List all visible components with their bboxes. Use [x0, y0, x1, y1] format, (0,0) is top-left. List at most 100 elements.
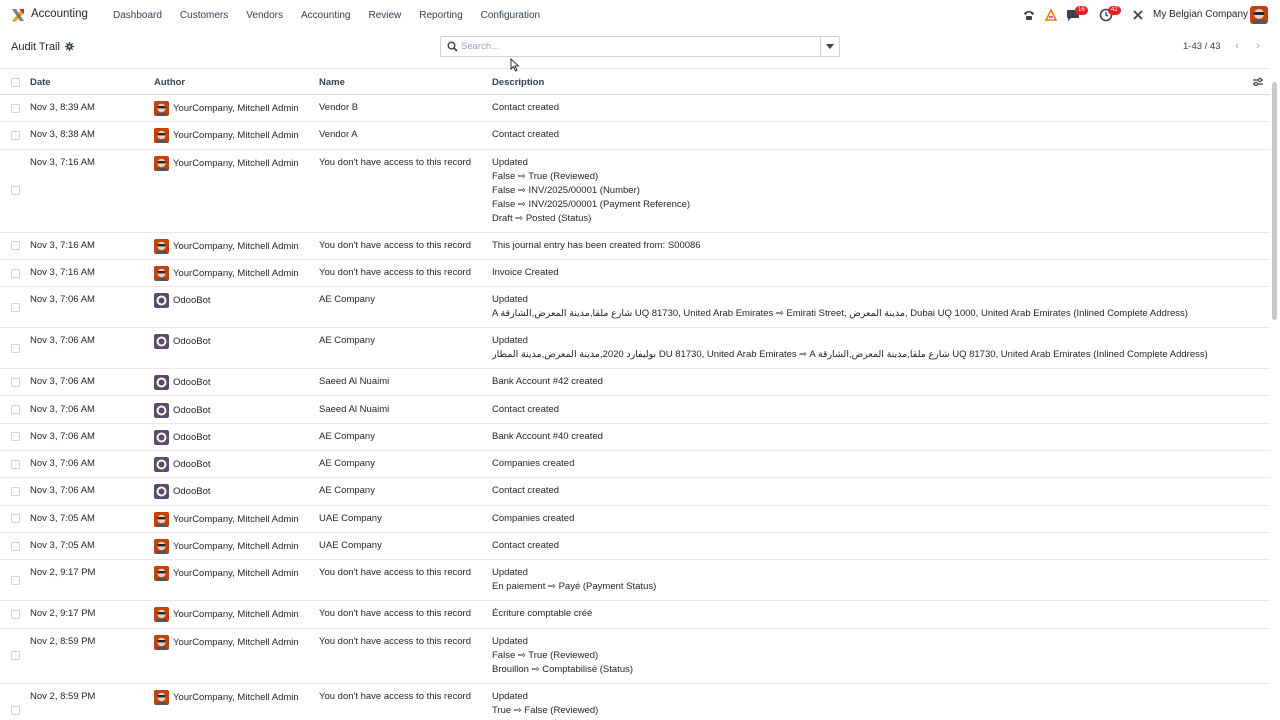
- table-row[interactable]: Nov 3, 8:38 AM YourCompany, Mitchell Admi…: [0, 122, 1270, 150]
- table-row[interactable]: Nov 2, 8:59 PM YourCompany, Mitchell Admi…: [0, 684, 1270, 720]
- row-checkbox[interactable]: [11, 541, 20, 551]
- pager-next-button[interactable]: ›: [1252, 40, 1264, 52]
- column-name[interactable]: Name: [319, 77, 345, 88]
- menu-dashboard[interactable]: Dashboard: [113, 10, 162, 21]
- row-date: Nov 3, 7:06 AM: [30, 335, 95, 347]
- description-line: Contact created: [492, 485, 560, 497]
- row-date: Nov 3, 7:06 AM: [30, 294, 95, 306]
- pager-previous-button[interactable]: ‹: [1231, 40, 1243, 52]
- row-date: Nov 3, 7:16 AM: [30, 156, 95, 168]
- table-row[interactable]: Nov 3, 7:06 AM OdooBot AE Company Contact c…: [0, 478, 1270, 506]
- gear-icon[interactable]: [65, 42, 74, 51]
- app-name[interactable]: Accounting: [31, 8, 88, 20]
- row-checkbox[interactable]: [11, 130, 20, 140]
- row-description: Updated بوليفارد 2020,مدينة المعرض,مدينة …: [492, 334, 1208, 362]
- description-line: Contact created: [492, 129, 560, 141]
- table-row[interactable]: Nov 3, 7:16 AM YourCompany, Mitchell Admi…: [0, 150, 1270, 233]
- row-checkbox[interactable]: [11, 706, 20, 716]
- row-checkbox[interactable]: [11, 302, 20, 312]
- menu-configuration[interactable]: Configuration: [481, 10, 540, 21]
- menu-reporting[interactable]: Reporting: [419, 10, 462, 21]
- pager-value[interactable]: 1-43 / 43: [1183, 41, 1221, 52]
- accounting-app-icon[interactable]: [10, 7, 26, 23]
- row-name: AE Company: [319, 335, 375, 347]
- table-row[interactable]: Nov 3, 7:06 AM OdooBot AE Company Updated بو…: [0, 328, 1270, 370]
- table-row[interactable]: Nov 3, 7:06 AM OdooBot AE Company Bank Acco…: [0, 424, 1270, 452]
- row-name: Vendor A: [319, 129, 358, 141]
- row-checkbox[interactable]: [11, 651, 20, 661]
- row-name: UAE Company: [319, 512, 382, 524]
- table-row[interactable]: Nov 2, 8:59 PM YourCompany, Mitchell Admi…: [0, 629, 1270, 684]
- row-description: UpdatedTrue ⇨ False (Reviewed)Comptabili…: [492, 690, 633, 720]
- user-avatar[interactable]: [1250, 6, 1268, 24]
- row-checkbox[interactable]: [11, 459, 20, 469]
- odoobot-avatar-icon: [154, 334, 169, 350]
- row-author: YourCompany, Mitchell Admin: [173, 513, 299, 525]
- table-row[interactable]: Nov 3, 7:06 AM OdooBot AE Company Updated A …: [0, 287, 1270, 329]
- row-name: AE Company: [319, 294, 375, 306]
- row-name: AE Company: [319, 430, 375, 442]
- menu-review[interactable]: Review: [368, 10, 401, 21]
- row-checkbox[interactable]: [11, 343, 20, 353]
- row-checkbox[interactable]: [11, 514, 20, 524]
- table-row[interactable]: Nov 3, 7:06 AM OdooBot Saeed Al Nuaimi Cont…: [0, 397, 1270, 424]
- column-author[interactable]: Author: [154, 77, 185, 88]
- row-checkbox[interactable]: [11, 575, 20, 585]
- select-all-checkbox[interactable]: [11, 78, 20, 87]
- row-checkbox[interactable]: [11, 241, 20, 251]
- row-description: Companies created: [492, 512, 574, 526]
- vertical-scrollbar[interactable]: [1272, 82, 1277, 320]
- row-author: YourCompany, Mitchell Admin: [173, 103, 299, 114]
- row-name: AE Company: [319, 485, 375, 497]
- table-row[interactable]: Nov 3, 7:16 AM YourCompany, Mitchell Admi…: [0, 233, 1270, 260]
- menu-vendors[interactable]: Vendors: [246, 10, 283, 21]
- table-row[interactable]: Nov 3, 7:05 AM YourCompany, Mitchell Admi…: [0, 506, 1270, 533]
- debug-tools-icon[interactable]: [1131, 8, 1145, 22]
- description-line: This journal entry has been created from…: [492, 239, 701, 251]
- row-name: You don't have access to this record: [319, 608, 471, 620]
- company-switcher[interactable]: My Belgian Company: [1153, 9, 1248, 20]
- row-checkbox[interactable]: [11, 405, 20, 415]
- row-description: Updated False ⇨ True (Reviewed) Brouillon …: [492, 635, 633, 677]
- row-name: You don't have access to this record: [319, 239, 471, 251]
- row-checkbox[interactable]: [11, 432, 20, 442]
- table-row[interactable]: Nov 3, 7:06 AM OdooBot Saeed Al Nuaimi Bank…: [0, 369, 1270, 397]
- column-description[interactable]: Description: [492, 77, 544, 88]
- ai-assistant-icon[interactable]: [1044, 8, 1058, 22]
- row-checkbox[interactable]: [11, 186, 20, 196]
- user-avatar-icon: [154, 566, 169, 582]
- optional-columns-icon[interactable]: [1252, 76, 1264, 88]
- row-name: You don't have access to this record: [319, 635, 471, 647]
- row-checkbox[interactable]: [11, 103, 20, 113]
- menu-accounting[interactable]: Accounting: [301, 10, 350, 21]
- table-row[interactable]: Nov 2, 9:17 PM YourCompany, Mitchell Admi…: [0, 560, 1270, 602]
- table-row[interactable]: Nov 2, 9:17 PM YourCompany, Mitchell Admi…: [0, 601, 1270, 629]
- row-checkbox[interactable]: [11, 268, 20, 278]
- row-date: Nov 3, 7:06 AM: [30, 430, 95, 442]
- phone-icon[interactable]: [1022, 8, 1036, 22]
- description-line: Bank Account #40 created: [492, 430, 603, 442]
- description-line: Draft ⇨ Posted (Status): [492, 212, 592, 224]
- menu-customers[interactable]: Customers: [180, 10, 228, 21]
- row-date: Nov 3, 7:06 AM: [30, 403, 95, 415]
- search-bar[interactable]: [440, 36, 840, 57]
- row-checkbox[interactable]: [11, 609, 20, 619]
- row-checkbox[interactable]: [11, 377, 20, 387]
- search-options-toggle[interactable]: [820, 37, 839, 56]
- row-author: OdooBot: [173, 377, 211, 389]
- row-date: Nov 3, 7:16 AM: [30, 239, 95, 251]
- row-author: YourCompany, Mitchell Admin: [173, 267, 299, 279]
- row-checkbox[interactable]: [11, 487, 20, 497]
- column-date[interactable]: Date: [30, 77, 51, 88]
- table-row[interactable]: Nov 3, 7:06 AM OdooBot AE Company Companies…: [0, 451, 1270, 479]
- table-row[interactable]: Nov 3, 7:05 AM YourCompany, Mitchell Admi…: [0, 533, 1270, 561]
- search-input[interactable]: [461, 39, 821, 54]
- description-line: Updated: [492, 690, 528, 702]
- table-row[interactable]: Nov 3, 8:39 AM YourCompany, Mitchell Admi…: [0, 95, 1270, 123]
- description-line: False ⇨ INV/2025/00001 (Number): [492, 184, 640, 196]
- table-row[interactable]: Nov 3, 7:16 AM YourCompany, Mitchell Admi…: [0, 260, 1270, 288]
- description-line: Écriture comptable créé: [492, 608, 593, 620]
- table-header: Date Author Name Description: [0, 68, 1270, 95]
- description-line: False ⇨ INV/2025/00001 (Payment Referenc…: [492, 198, 691, 210]
- activities-badge: 42: [1108, 6, 1121, 15]
